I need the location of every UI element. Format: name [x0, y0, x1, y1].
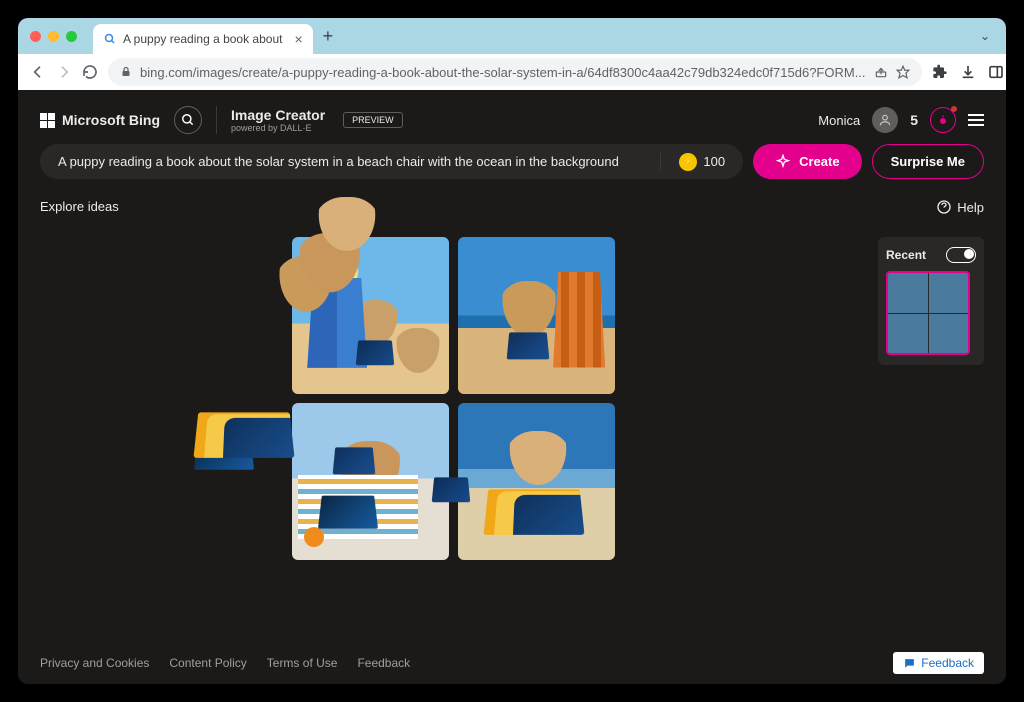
lock-icon: [120, 66, 132, 78]
recent-toggle[interactable]: [946, 247, 976, 263]
hamburger-menu-icon[interactable]: [968, 114, 984, 126]
boost-count: 100: [703, 154, 725, 169]
reload-button[interactable]: [82, 62, 98, 82]
maximize-window-button[interactable]: [66, 31, 77, 42]
surprise-label: Surprise Me: [891, 154, 965, 169]
close-window-button[interactable]: [30, 31, 41, 42]
tab-overflow-icon[interactable]: ⌄: [980, 29, 994, 43]
extensions-icon[interactable]: [932, 64, 948, 80]
prompt-bar: A puppy reading a book about the solar s…: [40, 144, 984, 179]
search-icon: [103, 32, 117, 46]
recent-label: Recent: [886, 248, 926, 262]
url-text: bing.com/images/create/a-puppy-reading-a…: [140, 65, 866, 80]
browser-tab[interactable]: A puppy reading a book about ×: [93, 24, 313, 54]
main-area: Recent: [18, 223, 1006, 642]
window-controls: [30, 31, 77, 42]
boost-counter[interactable]: ⚡ 100: [660, 153, 743, 171]
header-right: Monica 5: [818, 107, 984, 133]
explore-label[interactable]: Explore ideas: [40, 199, 119, 215]
divider: [216, 106, 217, 134]
url-input[interactable]: bing.com/images/create/a-puppy-reading-a…: [108, 58, 922, 86]
product-name: Image Creator: [231, 107, 325, 123]
brand-logo[interactable]: Microsoft Bing: [40, 112, 160, 128]
create-label: Create: [799, 154, 839, 169]
footer-link-terms[interactable]: Terms of Use: [267, 656, 338, 670]
app-content: Microsoft Bing Image Creator powered by …: [18, 90, 1006, 684]
prompt-input[interactable]: A puppy reading a book about the solar s…: [40, 144, 743, 179]
share-icon[interactable]: [874, 65, 888, 79]
extension-icons: [932, 61, 1006, 83]
app-header: Microsoft Bing Image Creator powered by …: [18, 90, 1006, 144]
close-tab-icon[interactable]: ×: [294, 31, 302, 47]
product-title[interactable]: Image Creator powered by DALL·E: [231, 107, 325, 133]
footer-link-feedback[interactable]: Feedback: [357, 656, 410, 670]
header-search-button[interactable]: [174, 106, 202, 134]
generated-image-3[interactable]: [292, 403, 449, 560]
recent-panel: Recent: [878, 237, 984, 365]
recent-thumbnail[interactable]: [886, 271, 970, 355]
url-bar: bing.com/images/create/a-puppy-reading-a…: [18, 54, 1006, 90]
feedback-button[interactable]: Feedback: [893, 652, 984, 674]
reward-icon[interactable]: [930, 107, 956, 133]
back-button[interactable]: [30, 62, 46, 82]
tab-title: A puppy reading a book about: [123, 32, 282, 46]
product-subtitle: powered by DALL·E: [231, 123, 325, 133]
forward-button[interactable]: [56, 62, 72, 82]
footer: Privacy and Cookies Content Policy Terms…: [18, 642, 1006, 684]
generated-image-4[interactable]: [458, 403, 615, 560]
reward-points: 5: [910, 112, 918, 128]
sidebar-icon[interactable]: [988, 64, 1004, 80]
minimize-window-button[interactable]: [48, 31, 59, 42]
microsoft-icon: [40, 113, 55, 128]
footer-link-privacy[interactable]: Privacy and Cookies: [40, 656, 149, 670]
generated-image-2[interactable]: [458, 237, 615, 394]
help-link[interactable]: Help: [936, 199, 984, 215]
prompt-text: A puppy reading a book about the solar s…: [40, 144, 660, 179]
footer-link-content[interactable]: Content Policy: [169, 656, 246, 670]
explore-row: Explore ideas Help: [18, 193, 1006, 223]
browser-window: A puppy reading a book about × + ⌄ bing.…: [18, 18, 1006, 684]
user-name[interactable]: Monica: [818, 113, 860, 128]
title-bar: A puppy reading a book about × + ⌄: [18, 18, 1006, 54]
star-icon[interactable]: [896, 65, 910, 79]
image-grid: [40, 223, 866, 642]
help-label: Help: [957, 200, 984, 215]
new-tab-button[interactable]: +: [323, 26, 334, 47]
preview-badge: PREVIEW: [343, 112, 403, 128]
downloads-icon[interactable]: [960, 64, 976, 80]
feedback-btn-label: Feedback: [921, 656, 974, 670]
boost-icon: ⚡: [679, 153, 697, 171]
surprise-button[interactable]: Surprise Me: [872, 144, 984, 179]
create-button[interactable]: Create: [753, 144, 861, 179]
user-avatar[interactable]: [872, 107, 898, 133]
brand-text: Microsoft Bing: [62, 112, 160, 128]
